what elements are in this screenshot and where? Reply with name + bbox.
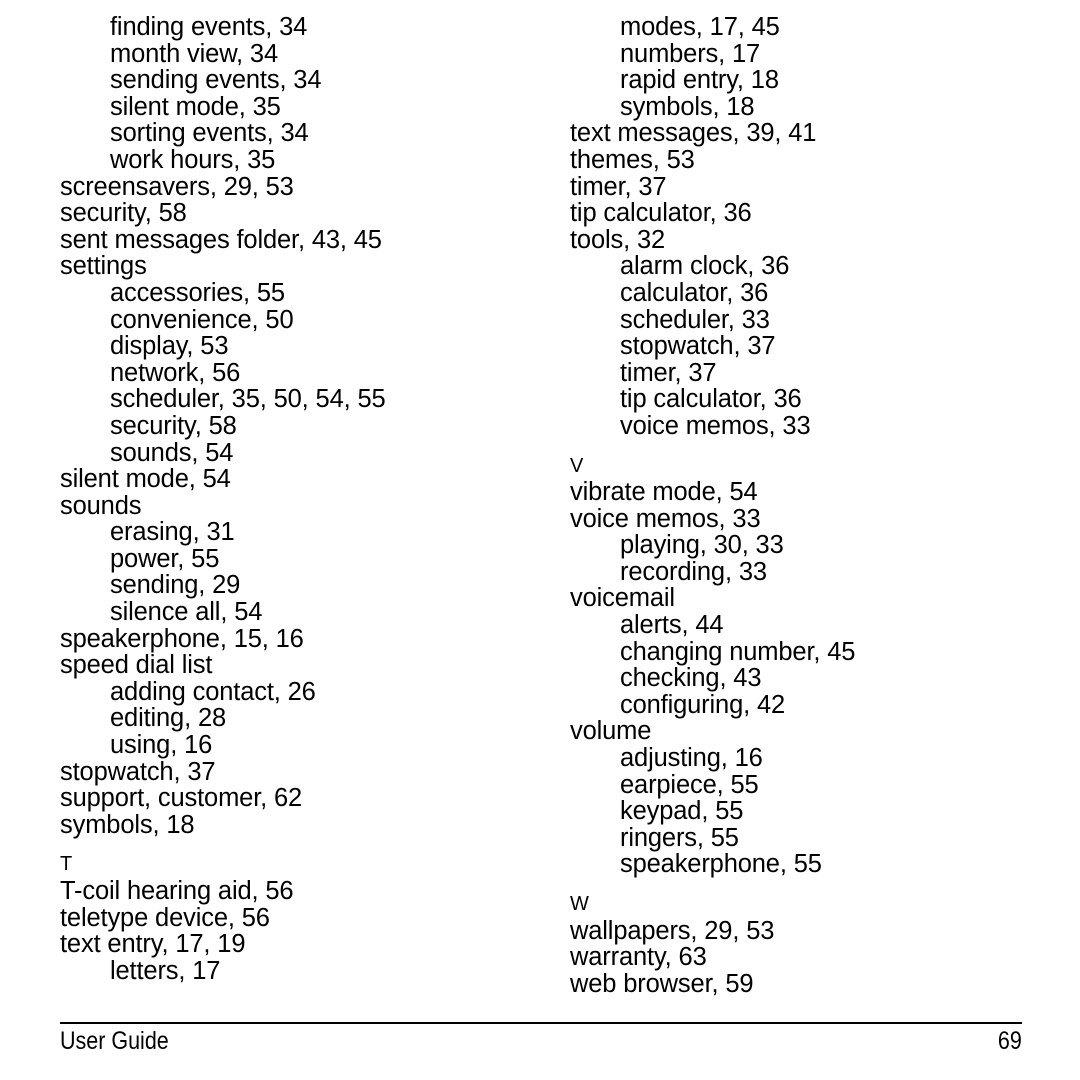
index-subentry: tip calculator, 36 [620,385,802,414]
index-entry: sounds [60,491,142,520]
index-subentry: silence all, 54 [110,598,263,627]
index-subentry: earpiece, 55 [620,770,759,799]
index-subentry: alerts, 44 [620,611,724,640]
index-subentry: scheduler, 35, 50, 54, 55 [110,385,386,414]
index-entry: security, 58 [60,199,187,228]
footer-page-number: 69 [998,1027,1022,1055]
index-subentry: using, 16 [110,731,213,760]
index-subentry: finding events, 34 [110,13,308,41]
index-subentry: adjusting, 16 [620,744,763,773]
index-section-letter: W [570,893,589,915]
index-entry: T-coil hearing aid, 56 [60,877,294,905]
index-entry: settings [60,252,147,281]
index-subentry: modes, 17, 45 [620,13,780,41]
index-subentry: timer, 37 [620,358,717,387]
index-subentry: convenience, 50 [110,305,294,334]
index-subentry: security, 58 [110,411,237,440]
index-subentry: letters, 17 [110,956,221,985]
index-entry: warranty, 63 [570,943,707,972]
index-entry: teletype device, 56 [60,903,270,932]
index-entry: speed dial list [60,651,213,680]
index-subentry: rapid entry, 18 [620,66,779,95]
index-subentry: keypad, 55 [620,797,744,826]
index-subentry: stopwatch, 37 [620,332,776,361]
index-entry: symbols, 18 [60,810,195,839]
index-subentry: recording, 33 [620,557,767,586]
index-entry: speakerphone, 15, 16 [60,624,304,653]
index-entry: tip calculator, 36 [570,199,752,228]
index-entry: sent messages folder, 43, 45 [60,225,382,254]
index-entry: voice memos, 33 [570,504,761,533]
index-columns: finding events, 34 month view, 34 sending … [0,14,1080,999]
index-subentry: speakerphone, 55 [620,850,822,879]
index-column-right: modes, 17, 45 numbers, 17 rapid entry, 18 s… [570,14,1080,999]
index-column-left: finding events, 34 month view, 34 sending … [60,14,570,999]
footer-document-label: User Guide [60,1027,169,1055]
index-entry: text messages, 39, 41 [570,119,817,148]
index-entry: text entry, 17, 19 [60,930,246,959]
index-subentry: network, 56 [110,358,241,387]
index-entry: themes, 53 [570,145,695,174]
index-section-letter: T [60,853,73,876]
index-subentry: sorting events, 34 [110,119,309,148]
index-subentry: numbers, 17 [620,39,761,68]
index-subentry: work hours, 35 [110,145,276,174]
footer-divider [60,1022,1022,1024]
index-subentry: erasing, 31 [110,518,235,547]
index-entry: silent mode, 54 [60,465,231,494]
index-subentry: sounds, 54 [110,438,234,467]
index-subentry: scheduler, 33 [620,305,770,334]
index-subentry: power, 55 [110,544,220,573]
index-subentry: sending, 29 [110,571,241,600]
index-entry: stopwatch, 37 [60,757,216,786]
index-page: finding events, 34 month view, 34 sending … [0,0,1080,1080]
index-subentry: symbols, 18 [620,92,755,121]
index-subentry: configuring, 42 [620,690,786,719]
index-entry: timer, 37 [570,172,667,201]
index-entry: voicemail [570,584,675,613]
index-subentry: calculator, 36 [620,278,769,307]
index-subentry: sending events, 34 [110,66,322,95]
index-subentry: silent mode, 35 [110,92,281,121]
index-entry: screensavers, 29, 53 [60,172,294,201]
index-entry: volume [570,717,652,746]
index-section-letter: V [570,454,584,477]
index-subentry: voice memos, 33 [620,411,811,440]
index-subentry: editing, 28 [110,704,227,733]
index-subentry: playing, 30, 33 [620,531,784,560]
index-subentry: display, 53 [110,332,229,361]
index-entry: vibrate mode, 54 [570,478,758,507]
index-subentry: changing number, 45 [620,637,856,666]
index-entry: web browser, 59 [570,969,754,998]
index-subentry: alarm clock, 36 [620,252,790,281]
index-entry: support, customer, 62 [60,784,303,813]
index-subentry: accessories, 55 [110,278,285,307]
index-subentry: ringers, 55 [620,823,739,852]
index-subentry: adding contact, 26 [110,677,316,706]
index-subentry: month view, 34 [110,39,278,68]
page-footer: User Guide 69 [60,1026,1022,1060]
index-entry: tools, 32 [570,225,666,254]
index-entry: wallpapers, 29, 53 [570,916,775,945]
index-subentry: checking, 43 [620,664,762,693]
